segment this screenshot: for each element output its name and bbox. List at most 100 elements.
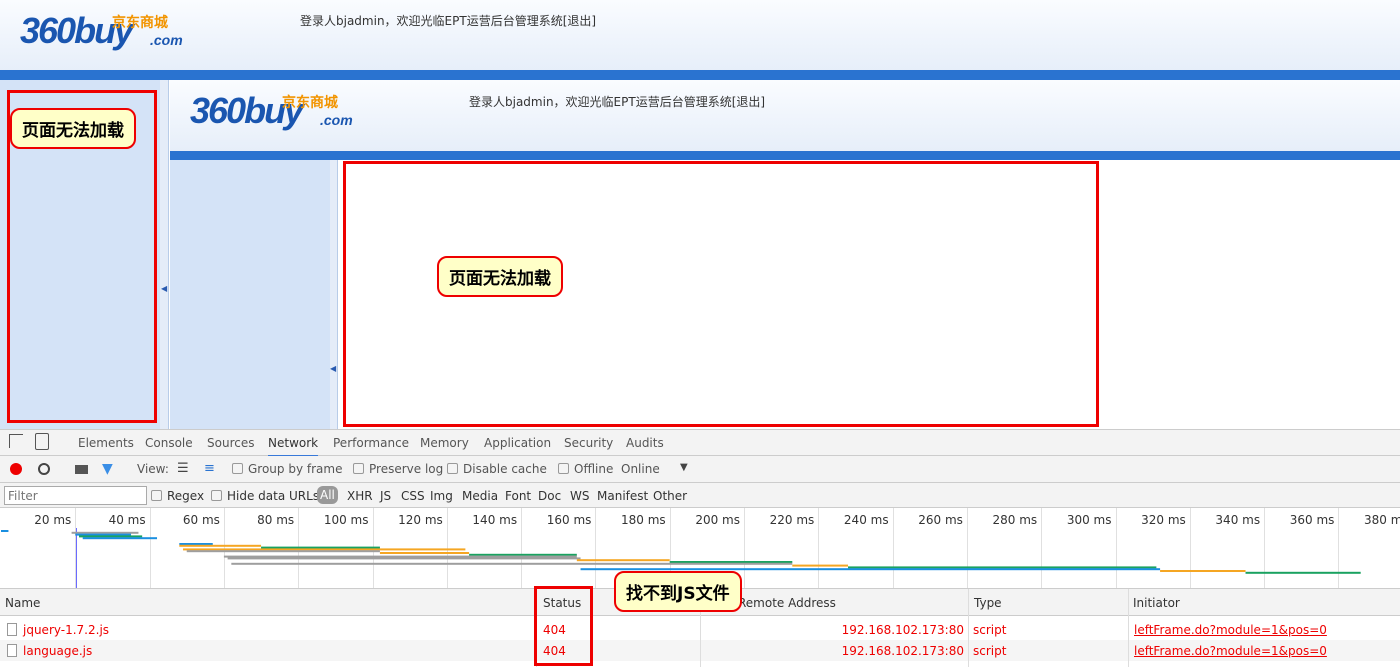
waterfall-bar — [75, 533, 132, 536]
request-name[interactable]: language.js — [23, 644, 92, 658]
type-filter-media[interactable]: Media — [462, 489, 498, 503]
column-initiator[interactable]: Initiator — [1133, 596, 1180, 610]
waterfall-bar — [183, 548, 466, 551]
timeline-tick: 140 ms — [472, 513, 518, 527]
tab-elements[interactable]: Elements — [78, 436, 134, 450]
column-name[interactable]: Name — [5, 596, 40, 610]
waterfall-bar — [576, 559, 670, 562]
throttle-select[interactable]: Online — [621, 462, 660, 476]
timeline-tick: 100 ms — [323, 513, 369, 527]
capture-screenshots-icon[interactable] — [75, 465, 88, 474]
waterfall-bar — [79, 535, 143, 538]
type-filter-xhr[interactable]: XHR — [347, 489, 373, 503]
request-remote-address: 192.168.102.173:80 — [841, 644, 964, 658]
hide-data-urls-checkbox[interactable]: Hide data URLs — [211, 489, 319, 503]
waterfall-bar — [179, 544, 262, 547]
waterfall-bar — [1, 530, 9, 532]
waterfall-bar — [82, 537, 158, 540]
tab-performance[interactable]: Performance — [333, 436, 409, 450]
filter-bar — [0, 483, 1400, 508]
filter-icon[interactable]: ▼ — [102, 461, 113, 477]
request-name[interactable]: jquery-1.7.2.js — [23, 623, 109, 637]
view-label: View: — [137, 462, 169, 476]
type-filter-other[interactable]: Other — [653, 489, 687, 503]
column-divider — [968, 589, 969, 667]
tab-sources[interactable]: Sources — [207, 436, 254, 450]
waterfall-bar — [261, 546, 380, 549]
request-initiator-link[interactable]: leftFrame.do?module=1&pos=0 — [1134, 623, 1327, 637]
timeline-tick: 120 ms — [398, 513, 443, 527]
timeline-tick: 300 ms — [1066, 513, 1112, 527]
type-filter-font[interactable]: Font — [505, 489, 531, 503]
tab-security[interactable]: Security — [564, 436, 613, 450]
clear-icon[interactable] — [38, 463, 50, 475]
type-filter-img[interactable]: Img — [430, 489, 453, 503]
waterfall-bar — [1245, 571, 1361, 574]
status-highlight — [534, 586, 593, 666]
filter-input[interactable] — [4, 486, 147, 505]
logo-com: .com — [320, 112, 353, 128]
column-type[interactable]: Type — [974, 596, 1002, 610]
type-filter-js[interactable]: JS — [380, 489, 391, 503]
logo-cn: 京东商城 — [112, 14, 168, 30]
timeline-tick: 320 ms — [1141, 513, 1186, 527]
tab-network[interactable]: Network — [268, 436, 319, 457]
throttle-dropdown-icon[interactable]: ▼ — [680, 462, 688, 473]
inner-collapse-handle[interactable] — [330, 160, 338, 430]
left-collapse-handle[interactable] — [160, 80, 169, 430]
logo-cn: 京东商城 — [282, 94, 338, 110]
outer-welcome-text: 登录人bjadmin，欢迎光临EPT运营后台管理系统[退出] — [300, 14, 597, 28]
waterfall-bar — [848, 566, 1157, 569]
waterfall-bar — [71, 531, 139, 534]
file-icon — [7, 623, 17, 636]
waterfall-bar — [227, 557, 581, 560]
timeline-tick: 360 ms — [1289, 513, 1335, 527]
timeline-tick: 160 ms — [546, 513, 592, 527]
timeline-tick: 280 ms — [992, 513, 1038, 527]
type-filter-manifest[interactable]: Manifest — [597, 489, 648, 503]
timeline-tick: 40 ms — [108, 513, 146, 527]
offline-checkbox[interactable]: Offline — [558, 462, 613, 476]
list-view-icon[interactable]: ☰ — [177, 461, 189, 476]
waterfall-bar — [223, 555, 577, 558]
inspect-element-icon[interactable] — [9, 434, 23, 448]
column-remote-address[interactable]: Remote Address — [738, 596, 836, 610]
file-icon — [7, 644, 17, 657]
request-initiator-link[interactable]: leftFrame.do?module=1&pos=0 — [1134, 644, 1327, 658]
timeline-tick: 340 ms — [1215, 513, 1261, 527]
type-filter-doc[interactable]: Doc — [538, 489, 561, 503]
left-frame-callout: 页面无法加载 — [10, 108, 136, 149]
request-remote-address: 192.168.102.173:80 — [841, 623, 964, 637]
collapse-arrow-icon[interactable]: ◀ — [161, 284, 167, 293]
logo-number: 360 — [190, 90, 246, 131]
waterfall-bar — [669, 561, 793, 563]
collapse-arrow-icon[interactable]: ◀ — [330, 364, 336, 373]
inner-logo: 360buy 京东商城 .com — [190, 90, 360, 145]
record-button[interactable] — [10, 463, 22, 475]
request-type: script — [973, 644, 1007, 658]
regex-checkbox[interactable]: Regex — [151, 489, 204, 503]
inner-blue-bar — [170, 151, 1400, 160]
timeline-tick: 220 ms — [769, 513, 815, 527]
waterfall-bar — [1160, 570, 1246, 572]
timeline-tick: 240 ms — [843, 513, 889, 527]
waterfall-bar — [186, 550, 380, 553]
timeline-tick: 180 ms — [621, 513, 666, 527]
tab-application[interactable]: Application — [484, 436, 551, 450]
tab-console[interactable]: Console — [145, 436, 193, 450]
type-filter-css[interactable]: CSS — [401, 489, 425, 503]
tab-audits[interactable]: Audits — [626, 436, 664, 450]
status-callout: 找不到JS文件 — [614, 571, 742, 612]
request-type: script — [973, 623, 1007, 637]
device-toggle-icon[interactable] — [35, 433, 49, 450]
preserve-log-checkbox[interactable]: Preserve log — [353, 462, 443, 476]
main-frame-callout: 页面无法加载 — [437, 256, 563, 297]
type-filter-all[interactable]: All — [317, 486, 338, 504]
type-filter-ws[interactable]: WS — [570, 489, 589, 503]
group-by-frame-checkbox[interactable]: Group by frame — [232, 462, 342, 476]
waterfall-view-icon[interactable]: ≡ — [204, 461, 215, 476]
timeline-tick: 80 ms — [257, 513, 295, 527]
tab-memory[interactable]: Memory — [420, 436, 469, 450]
disable-cache-checkbox[interactable]: Disable cache — [447, 462, 547, 476]
timeline-tick: 20 ms — [34, 513, 72, 527]
